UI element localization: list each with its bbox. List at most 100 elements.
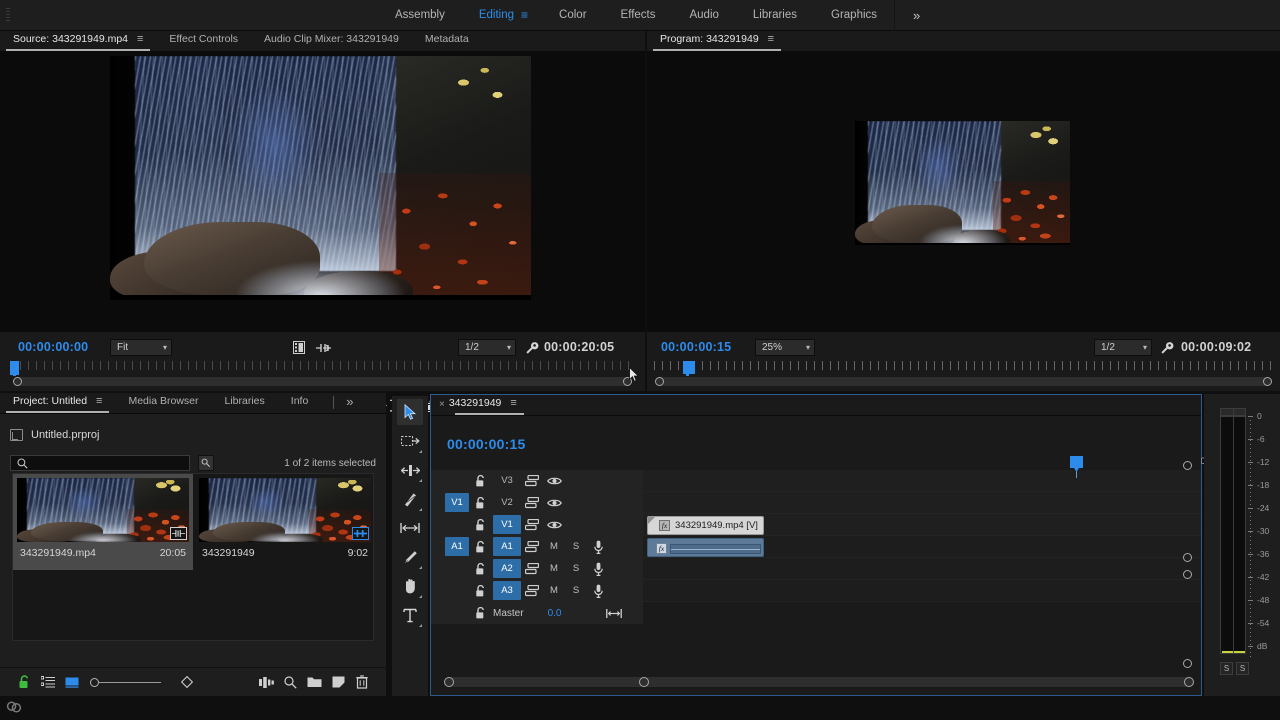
tab-program[interactable]: Program: 343291949 ≡ [647,30,787,51]
track-body-V1[interactable]: fx 343291949.mp4 [V] [643,514,1201,535]
track-body-V2[interactable] [643,492,1201,513]
program-playhead[interactable] [683,361,695,374]
mute-track-button-A2[interactable]: M [543,563,565,574]
sync-lock-icon-V1[interactable] [521,519,543,531]
new-item-icon[interactable] [326,671,350,693]
tab-project-menu-icon[interactable]: ≡ [96,395,102,407]
source-drag-audio-only-icon[interactable] [316,343,331,356]
sync-lock-icon-A2[interactable] [521,563,543,575]
tab-media-browser[interactable]: Media Browser [115,392,211,413]
source-patch-V1[interactable] [445,515,469,534]
source-patch-A3[interactable] [445,581,469,600]
track-height-handle-mid[interactable] [1183,553,1192,562]
project-tabs-overflow[interactable]: » [338,392,361,413]
search-input[interactable] [10,455,190,471]
solo-track-button-A2[interactable]: S [565,563,587,574]
mute-track-button-A1[interactable]: M [543,541,565,552]
workspace-menu-icon[interactable]: ≡ [521,0,542,31]
source-playhead[interactable] [10,361,19,375]
timeline-clip-video[interactable]: fx 343291949.mp4 [V] [647,516,764,535]
program-time-ruler[interactable] [647,361,1280,375]
source-patch-V3[interactable] [445,471,469,490]
mic-icon-A1[interactable] [587,540,609,554]
track-header-A2[interactable]: A2 M S [431,558,643,579]
lock-toggle-A2[interactable] [469,563,491,575]
timeline-playhead[interactable] [1076,456,1077,478]
source-zoom-select[interactable]: Fit ▾ [110,339,172,356]
sync-lock-icon-V2[interactable] [521,497,543,509]
track-body-A2[interactable] [643,558,1201,579]
tab-libraries[interactable]: Libraries [212,392,278,413]
ripple-edit-tool[interactable] [397,457,423,483]
solo-left-button[interactable]: S [1220,662,1233,675]
razor-tool[interactable] [397,486,423,512]
program-video-area[interactable] [647,52,1280,332]
tab-source[interactable]: Source: 343291949.mp4 ≡ [0,30,156,51]
tab-sequence-menu-icon[interactable]: ≡ [510,397,516,409]
timeline-horizontal-scrollbar[interactable] [445,677,1193,687]
solo-right-button[interactable]: S [1236,662,1249,675]
workspace-tab-audio[interactable]: Audio [672,0,735,31]
tab-program-menu-icon[interactable]: ≡ [768,33,774,45]
mute-track-button-A3[interactable]: M [543,585,565,596]
track-body-A3[interactable] [643,580,1201,601]
source-patch-V2[interactable]: V1 [445,493,469,512]
solo-track-button-A3[interactable]: S [565,585,587,596]
track-V2[interactable]: V1 V2 [431,492,1201,514]
track-A1[interactable]: A1 A1 M S f [431,536,1201,558]
zoom-slider[interactable] [90,678,161,687]
source-patch-A1[interactable]: A1 [445,537,469,556]
audio-meter-clip-indicator[interactable] [1220,408,1246,416]
track-header-V3[interactable]: V3 [431,470,643,491]
sync-lock-icon-A1[interactable] [521,541,543,553]
track-body-A1[interactable]: fx [643,536,1201,557]
track-name-V2[interactable]: V2 [493,493,521,512]
track-height-handle-top[interactable] [1183,461,1192,470]
project-item-clip[interactable]: 343291949.mp4 20:05 [13,474,193,570]
tab-info[interactable]: Info [278,392,322,413]
track-name-A1[interactable]: A1 [493,537,521,556]
source-zoom-scrollbar[interactable] [14,377,631,386]
tab-audio-clip-mixer[interactable]: Audio Clip Mixer: 343291949 [251,30,412,51]
workspace-tab-color[interactable]: Color [542,0,603,31]
source-current-time[interactable]: 00:00:00:00 [18,340,88,354]
track-header-master[interactable]: Master 0.0 [431,602,643,624]
track-header-A3[interactable]: A3 M S [431,580,643,601]
hand-tool[interactable] [397,573,423,599]
track-A2[interactable]: A2 M S [431,558,1201,580]
track-output-icon-V1[interactable] [543,520,565,530]
track-V3[interactable]: V3 [431,470,1201,492]
source-video-area[interactable] [0,52,645,332]
project-item-sequence[interactable]: 343291949 9:02 [195,474,375,570]
workspace-tab-effects[interactable]: Effects [604,0,673,31]
track-header-V1[interactable]: V1 [431,514,643,535]
source-time-ruler[interactable] [0,361,645,375]
master-meter-icon[interactable] [603,608,625,619]
icon-view-icon[interactable] [60,671,84,693]
wrench-icon[interactable] [525,341,539,358]
slip-tool[interactable] [397,515,423,541]
mic-icon-A2[interactable] [587,562,609,576]
audio-meter-bars[interactable] [1220,416,1246,654]
track-name-V1[interactable]: V1 [493,515,521,534]
timeline-zoom-handle-left[interactable] [639,677,649,687]
source-drag-video-only-icon[interactable] [293,341,305,357]
track-A3[interactable]: A3 M S [431,580,1201,602]
track-name-A3[interactable]: A3 [493,581,521,600]
sync-lock-icon-A3[interactable] [521,585,543,597]
track-name-V3[interactable]: V3 [493,471,521,490]
tab-project[interactable]: Project: Untitled ≡ [0,392,115,413]
tab-metadata[interactable]: Metadata [412,30,482,51]
timeline-current-time[interactable]: 00:00:00:15 [447,436,525,452]
wrench-icon[interactable] [1160,341,1174,358]
lock-toggle-master[interactable] [469,607,491,619]
track-height-handle-low[interactable] [1183,570,1192,579]
program-resolution-select[interactable]: 1/2 ▾ [1094,339,1152,356]
list-view-icon[interactable] [36,671,60,693]
solo-track-button-A1[interactable]: S [565,541,587,552]
workspace-tab-libraries[interactable]: Libraries [736,0,814,31]
new-bin-icon[interactable] [302,671,326,693]
mic-icon-A3[interactable] [587,584,609,598]
sort-icon[interactable] [175,671,199,693]
project-item-browser[interactable]: 343291949.mp4 20:05 [12,473,374,641]
